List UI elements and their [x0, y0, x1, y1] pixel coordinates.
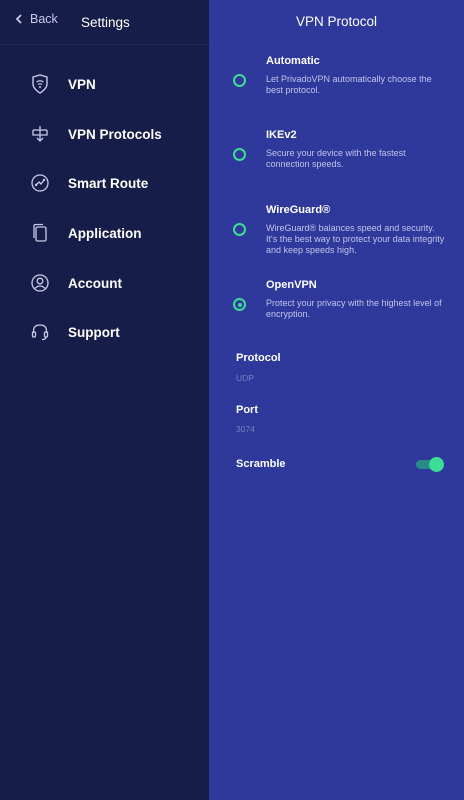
page-title: VPN Protocol — [295, 14, 378, 29]
option-description: Secure your device with the fastest conn… — [266, 148, 406, 169]
radio-button[interactable] — [233, 148, 246, 161]
headset-icon — [29, 321, 51, 343]
sidebar-item-smart-route[interactable]: Smart Route — [0, 166, 209, 200]
port-value: 3074 — [236, 424, 255, 434]
sidebar-item-label: Smart Route — [68, 175, 149, 191]
protocol-label: Protocol — [236, 352, 281, 364]
option-title: Automatic — [266, 55, 320, 67]
sidebar-item-vpn[interactable]: VPN — [0, 67, 209, 101]
back-label: Back — [30, 12, 58, 26]
option-description: Protect your privacy with the highest le… — [266, 298, 442, 319]
protocol-value: UDP — [236, 373, 254, 383]
option-description: WireGuard® balances speed and security. … — [266, 223, 445, 255]
sidebar-item-label: VPN — [68, 76, 96, 92]
scramble-toggle[interactable] — [416, 457, 444, 472]
sidebar-item-support[interactable]: Support — [0, 315, 209, 349]
sidebar-header: Back Settings — [0, 0, 209, 45]
option-title: WireGuard® — [266, 204, 331, 216]
sidebar-item-label: VPN Protocols — [68, 126, 162, 142]
devices-icon — [29, 222, 51, 244]
shield-wifi-icon — [29, 73, 51, 95]
sidebar-item-label: Account — [68, 275, 122, 291]
chevron-left-icon — [15, 14, 22, 24]
sidebar-item-account[interactable]: Account — [0, 266, 209, 300]
radio-button[interactable] — [233, 74, 246, 87]
sidebar: Back Settings VPN VPN Protocols Smart Ro… — [0, 0, 209, 800]
sidebar-title: Settings — [81, 15, 130, 30]
port-label: Port — [236, 404, 258, 416]
sidebar-item-application[interactable]: Application — [0, 216, 209, 250]
toggle-knob — [429, 457, 444, 472]
radio-button-selected[interactable] — [233, 298, 246, 311]
protocol-icon — [29, 123, 51, 145]
sidebar-item-label: Support — [68, 324, 120, 340]
radio-button[interactable] — [233, 223, 246, 236]
scramble-label: Scramble — [236, 458, 286, 470]
route-icon — [29, 172, 51, 194]
main-panel: VPN Protocol Automatic Let PrivadoVPN au… — [209, 0, 464, 800]
option-title: IKEv2 — [266, 129, 297, 141]
option-description: Let PrivadoVPN automatically choose the … — [266, 74, 432, 95]
user-icon — [29, 272, 51, 294]
back-button[interactable]: Back — [14, 12, 58, 26]
option-title: OpenVPN — [266, 279, 317, 291]
app: Back Settings VPN VPN Protocols Smart Ro… — [0, 0, 464, 800]
sidebar-item-vpn-protocols[interactable]: VPN Protocols — [0, 117, 209, 151]
sidebar-item-label: Application — [68, 225, 142, 241]
